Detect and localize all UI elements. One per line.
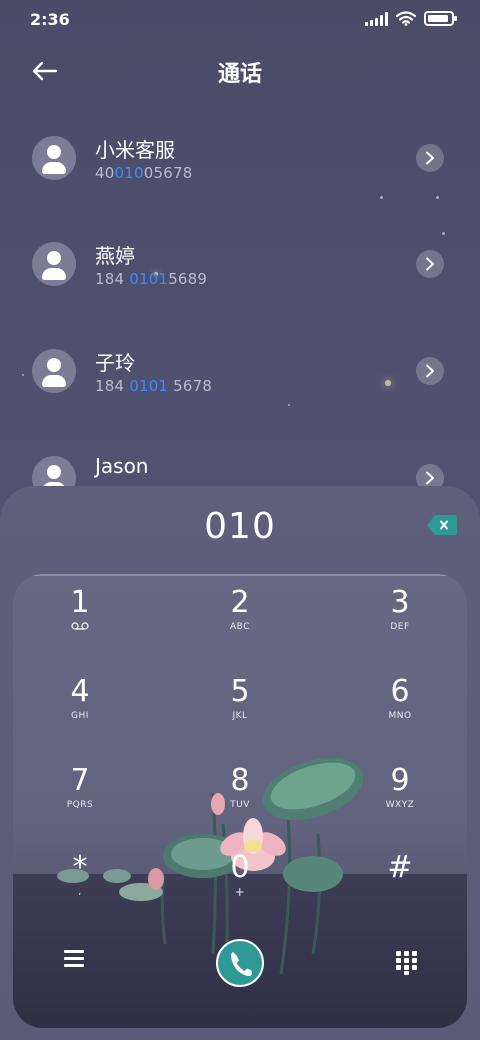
status-icons [365, 11, 457, 26]
avatar-icon [32, 136, 76, 180]
key-5[interactable]: 5 JKL [180, 665, 300, 745]
key-4[interactable]: 4 GHI [20, 665, 140, 745]
keypad-grid-icon[interactable] [396, 951, 418, 975]
contact-detail-button[interactable] [416, 357, 444, 385]
key-7[interactable]: 7 PQRS [20, 754, 140, 834]
status-time: 2:36 [30, 10, 70, 29]
voicemail-icon [71, 622, 89, 630]
menu-button[interactable] [59, 946, 89, 976]
header: 通话 [0, 48, 480, 92]
dialer-panel: 010 1 2 ABC 3 DEF 4 GHI 5 JKL 6 MNO 7 PQ… [0, 486, 480, 1040]
battery-level [428, 15, 448, 22]
avatar-icon [32, 242, 76, 286]
chevron-right-icon [426, 151, 434, 165]
key-1[interactable]: 1 [20, 576, 140, 656]
chevron-right-icon [426, 364, 434, 378]
status-bar: 2:36 [0, 0, 480, 40]
key-hash[interactable]: # [340, 841, 460, 921]
contact-number: 184 0101 5678 [95, 377, 213, 395]
contact-detail-button[interactable] [416, 144, 444, 172]
page-title: 通话 [217, 62, 262, 87]
contact-item[interactable]: 子玲 184 0101 5678 [0, 321, 480, 421]
menu-icon [59, 950, 89, 967]
chevron-right-icon [426, 257, 434, 271]
key-2[interactable]: 2 ABC [180, 576, 300, 656]
backspace-icon [427, 515, 457, 535]
key-9[interactable]: 9 WXYZ [340, 754, 460, 834]
phone-icon [231, 952, 252, 976]
contact-name: 燕婷 [95, 244, 135, 268]
call-button[interactable] [216, 939, 264, 987]
contact-name: Jason [95, 454, 149, 478]
key-3[interactable]: 3 DEF [340, 576, 460, 656]
key-0[interactable]: 0 + [180, 841, 300, 921]
dialed-number: 010 [204, 506, 276, 547]
key-6[interactable]: 6 MNO [340, 665, 460, 745]
contact-name: 小米客服 [95, 138, 175, 162]
contact-name: 子玲 [95, 351, 135, 375]
key-star[interactable]: * , [20, 841, 140, 921]
key-8[interactable]: 8 TUV [180, 754, 300, 834]
keypad: 1 2 ABC 3 DEF 4 GHI 5 JKL 6 MNO 7 PQRS 8… [13, 574, 467, 1028]
contact-detail-button[interactable] [416, 250, 444, 278]
contact-number: 4001005678 [95, 164, 193, 182]
contact-item[interactable]: 小米客服 4001005678 [0, 108, 480, 208]
contact-number: 184 01015689 [95, 270, 208, 288]
wifi-icon [396, 11, 416, 26]
signal-icon [365, 11, 388, 26]
chevron-right-icon [426, 471, 434, 485]
contact-item[interactable]: 燕婷 184 01015689 [0, 214, 480, 314]
battery-icon [424, 11, 457, 26]
avatar-icon [32, 349, 76, 393]
backspace-button[interactable] [426, 514, 458, 536]
